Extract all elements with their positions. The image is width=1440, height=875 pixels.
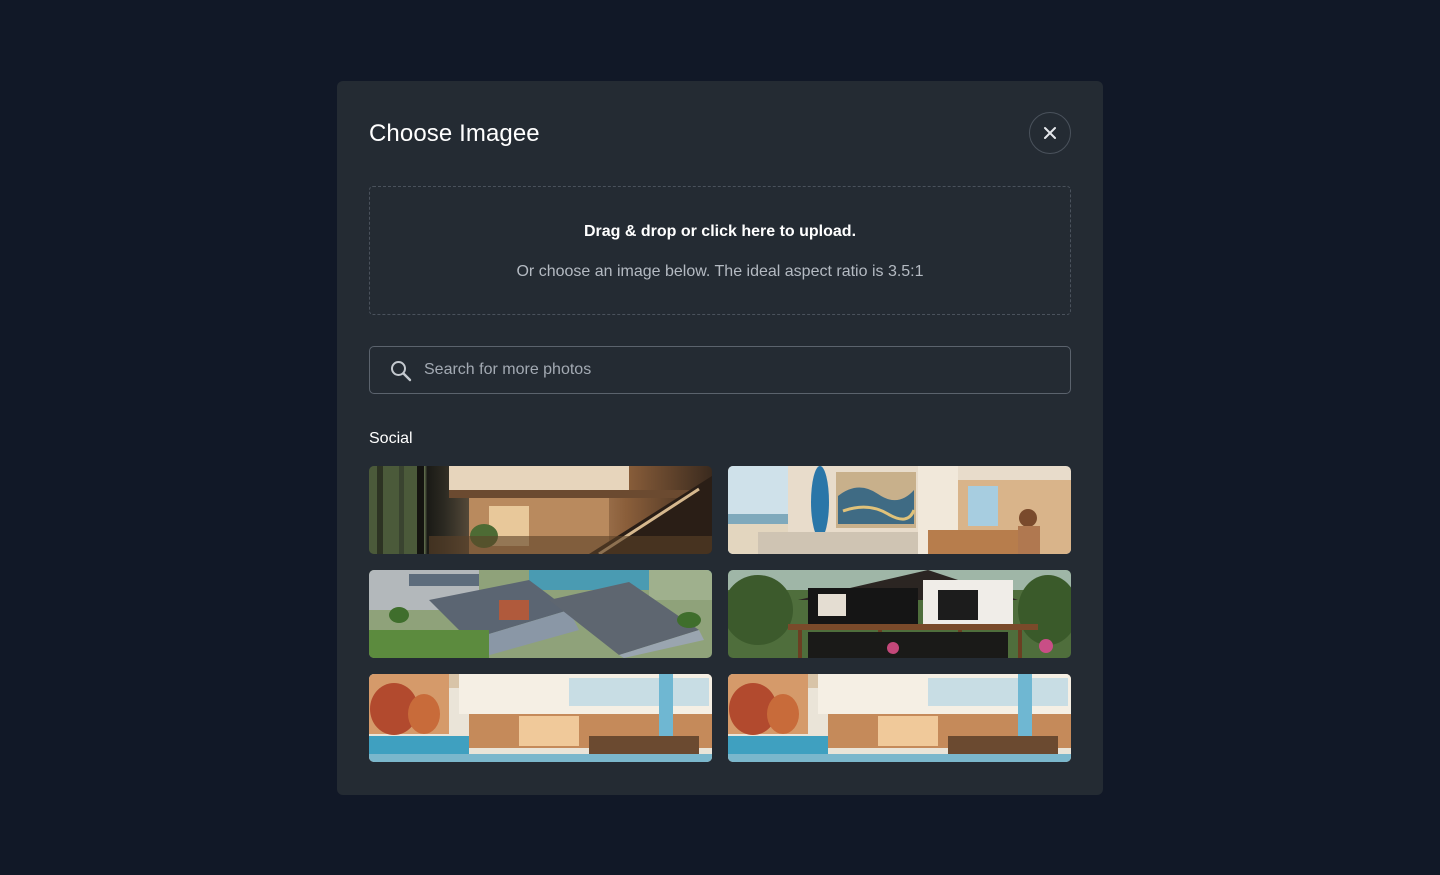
search-icon [390, 360, 412, 382]
close-button[interactable] [1029, 112, 1071, 154]
image-grid [369, 466, 1071, 762]
search-box [369, 346, 1071, 394]
modern-house-deck-image [728, 570, 1071, 658]
villa-pool-image-2 [728, 674, 1071, 762]
image-thumbnail-villa-pool[interactable] [369, 674, 712, 762]
dropzone-primary-text: Drag & drop or click here to upload. [583, 223, 857, 240]
image-thumbnail-aerial-complex[interactable] [369, 570, 712, 658]
image-thumbnail-modern-house-deck[interactable] [728, 570, 1071, 658]
aerial-complex-image [369, 570, 712, 658]
image-thumbnail-beach-living-room[interactable] [728, 466, 1071, 554]
interior-staircase-image [369, 466, 712, 554]
modal-title: Choose Imagee [369, 120, 540, 147]
search-input[interactable] [424, 347, 1044, 393]
beach-living-room-image [728, 466, 1071, 554]
section-label-social: Social [369, 430, 413, 447]
image-thumbnail-villa-pool-2[interactable] [728, 674, 1071, 762]
villa-pool-image [369, 674, 712, 762]
dropzone-secondary-text: Or choose an image below. The ideal aspe… [516, 263, 924, 280]
image-thumbnail-interior-staircase[interactable] [369, 466, 712, 554]
upload-dropzone[interactable]: Drag & drop or click here to upload. Or … [369, 186, 1071, 315]
close-icon [1043, 126, 1057, 140]
choose-image-modal: Choose Imagee Drag & drop or click here … [337, 81, 1103, 795]
